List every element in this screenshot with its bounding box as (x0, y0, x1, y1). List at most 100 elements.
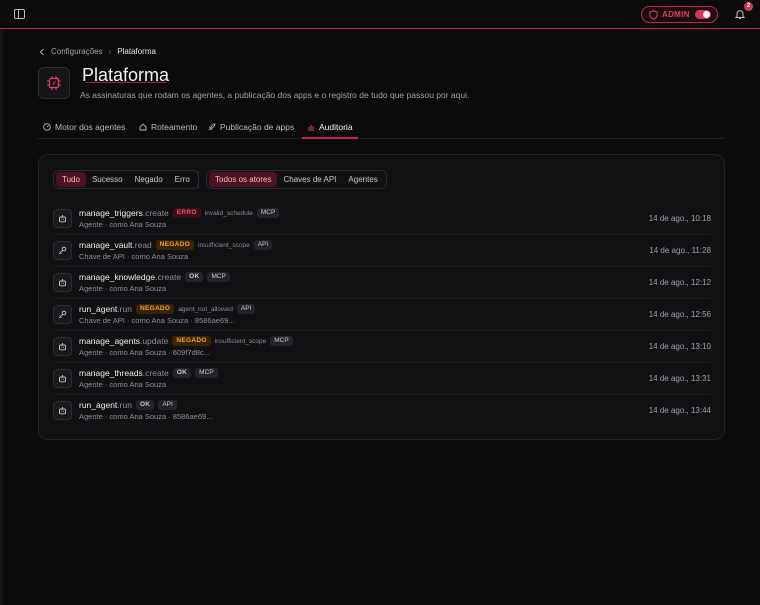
breadcrumb-parent-link[interactable]: Configurações (51, 47, 103, 56)
event-actor: Agente · como Ana Souza · 609f7d8c... (79, 348, 210, 357)
event-timestamp: 14 de ago., 10:18 (648, 214, 711, 223)
event-operation: manage_knowledge.create (79, 272, 181, 282)
filter-agentes[interactable]: Agentes (342, 172, 383, 187)
gauge-icon (43, 123, 51, 131)
operation-name: manage_triggers (79, 208, 143, 218)
breadcrumb-separator: › (108, 47, 112, 56)
filter-divider (198, 171, 199, 189)
channel-badge: MCP (195, 368, 218, 378)
event-header: manage_vault.read NEGADO insufficient_scop… (79, 240, 273, 250)
event-header: run_agent.run NEGADO agent_not_allowed API (79, 304, 256, 314)
notification-badge: 2 (744, 2, 753, 11)
chevron-left-icon[interactable] (39, 48, 45, 56)
event-timestamp: 14 de ago., 12:56 (648, 310, 711, 319)
operation-verb: .create (142, 208, 169, 218)
table-row[interactable]: run_agent.run OK API Agente · como Ana Souz… (53, 395, 711, 427)
event-actor: Agente · como Ana Souza (79, 284, 167, 293)
audit-panel: Tudo Sucesso Negado Erro Todos os atores… (38, 154, 725, 440)
status-badge: NEGADO (135, 304, 175, 314)
table-row[interactable]: manage_threads.create OK MCP Agente · como … (53, 363, 711, 395)
bell-icon[interactable] (735, 9, 745, 20)
reason-code: insufficient_scope (214, 337, 267, 345)
table-row[interactable]: manage_agents.update NEGADO insufficient_s… (53, 331, 711, 363)
cpu-chip-icon (47, 76, 61, 90)
reason-code: invalid_schedule (204, 209, 253, 217)
event-header: manage_agents.update NEGADO insufficient_s… (79, 336, 293, 346)
key-icon (58, 310, 67, 319)
event-operation: manage_agents.update (79, 336, 168, 346)
tab-motor-dos-agentes[interactable]: Motor dos agentes (43, 122, 125, 132)
filter-tudo[interactable]: Tudo (56, 172, 86, 187)
operation-verb: .update (139, 336, 169, 346)
active-tab-indicator (302, 137, 358, 139)
title-underline (85, 82, 166, 83)
top-bar: ADMIN 2 (0, 0, 760, 29)
event-timestamp: 14 de ago., 11:28 (649, 246, 711, 255)
operation-name: manage_knowledge (79, 272, 156, 282)
filter-negado[interactable]: Negado (129, 172, 169, 187)
event-operation: manage_triggers.create (79, 208, 169, 218)
page-subtitle: As assinaturas que rodam os agentes, a p… (80, 90, 470, 100)
tab-label: Auditoria (319, 122, 353, 132)
event-operation: manage_threads.create (79, 368, 169, 378)
event-actor: Chave de API · como Ana Souza (79, 252, 189, 261)
filter-sucesso[interactable]: Sucesso (86, 172, 129, 187)
event-header: manage_triggers.create ERRO invalid_schedu… (79, 208, 280, 218)
event-operation: manage_vault.read (79, 240, 152, 250)
event-actor: Agente · como Ana Souza · 8586ae69... (79, 412, 213, 421)
operation-verb: .create (142, 368, 169, 378)
actor-type-tile (53, 209, 72, 228)
operation-name: run_agent (79, 400, 118, 410)
status-badge: OK (135, 400, 155, 410)
event-timestamp: 14 de ago., 13:31 (648, 374, 711, 383)
event-timestamp: 14 de ago., 13:44 (648, 406, 711, 415)
tab-publicacao-de-apps[interactable]: Publicação de apps (208, 122, 294, 132)
channel-badge: MCP (207, 272, 230, 282)
event-header: run_agent.run OK API (79, 400, 177, 410)
operation-verb: .read (132, 240, 152, 250)
status-badge: OK (172, 368, 192, 378)
actor-type-tile (53, 241, 72, 260)
actor-type-tile (53, 369, 72, 388)
bot-icon (58, 342, 67, 351)
table-row[interactable]: manage_knowledge.create OK MCP Agente · com… (53, 267, 711, 299)
event-timestamp: 14 de ago., 13:10 (648, 342, 711, 351)
table-row[interactable]: run_agent.run NEGADO agent_not_allowed API C… (53, 299, 711, 331)
admin-switch[interactable] (695, 10, 711, 19)
breadcrumb-current: Plataforma (117, 47, 156, 56)
status-badge: OK (185, 272, 204, 282)
channel-badge: API (236, 304, 256, 314)
operation-name: run_agent (79, 304, 118, 314)
event-timestamp: 14 de ago., 12:12 (648, 278, 711, 287)
event-actor: Agente · como Ana Souza (79, 380, 167, 389)
filter-todos-os-atores[interactable]: Todos os atores (209, 172, 278, 187)
tab-roteamento[interactable]: Roteamento (139, 122, 197, 132)
channel-badge: API (158, 400, 177, 410)
actor-type-tile (53, 337, 72, 356)
actor-type-tile (53, 273, 72, 292)
operation-verb: .run (117, 304, 132, 314)
operation-verb: .create (155, 272, 182, 282)
event-actor: Agente · como Ana Souza (79, 220, 167, 229)
table-row[interactable]: manage_triggers.create ERRO invalid_schedu… (53, 203, 711, 235)
event-operation: run_agent.run (79, 400, 132, 410)
admin-mode-toggle[interactable]: ADMIN (641, 6, 718, 23)
event-header: manage_knowledge.create OK MCP (79, 272, 230, 282)
settings-tabs: Motor dos agentes Roteamento Publicação … (38, 118, 724, 139)
actor-filter: Todos os atores Chaves de API Agentes (206, 170, 387, 189)
status-badge: ERRO (172, 208, 201, 218)
bot-icon (58, 406, 67, 415)
sidebar-toggle-icon[interactable] (14, 9, 25, 19)
filter-chaves-de-api[interactable]: Chaves de API (277, 172, 342, 187)
filter-erro[interactable]: Erro (169, 172, 196, 187)
operation-verb: .run (117, 400, 132, 410)
channel-badge: MCP (256, 208, 280, 218)
shield-icon (649, 9, 658, 20)
bot-icon (58, 278, 67, 287)
event-actor: Chave de API · como Ana Souza · 8586ae69… (79, 316, 235, 325)
tab-auditoria[interactable]: Auditoria (307, 122, 353, 132)
tab-label: Publicação de apps (220, 122, 295, 132)
table-row[interactable]: manage_vault.read NEGADO insufficient_scop… (53, 235, 711, 267)
status-badge: NEGADO (155, 240, 195, 250)
bot-icon (58, 374, 67, 383)
